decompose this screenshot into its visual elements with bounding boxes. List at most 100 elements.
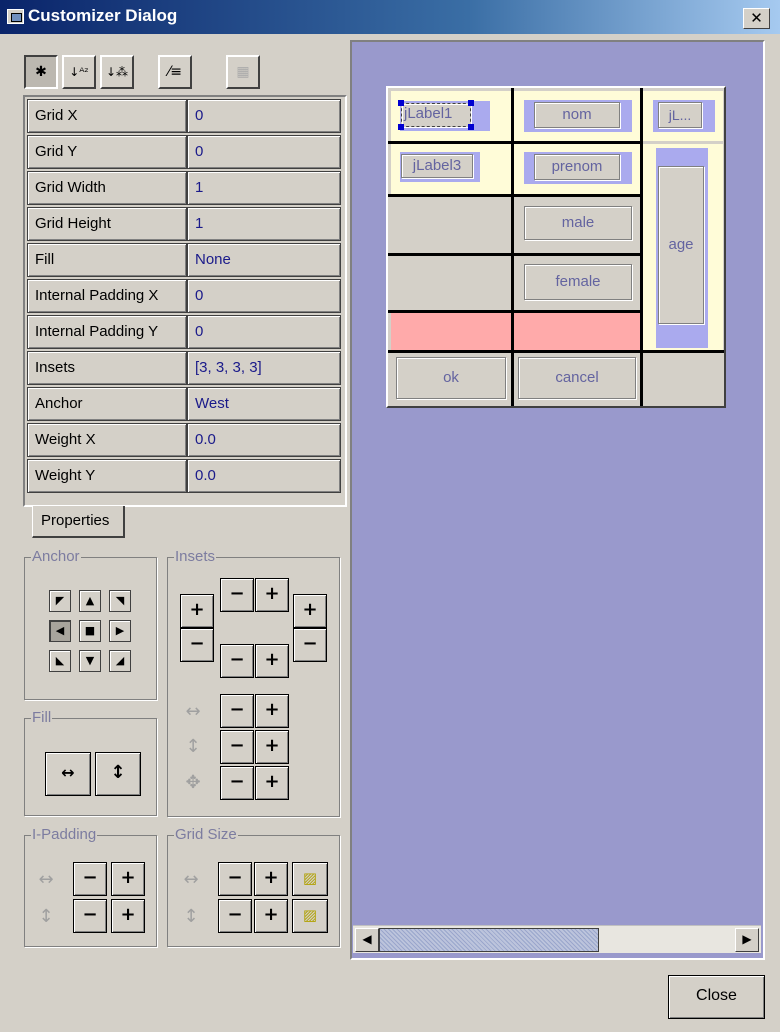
jlabel1-component[interactable]: jLabel1 [401,103,471,127]
horizontal-arrows-icon: ↔ [185,701,201,722]
scroll-right-button[interactable]: ▶ [735,928,759,952]
inset-bottom-plus-button[interactable]: + [255,644,289,678]
scroll-left-button[interactable]: ◀ [355,928,379,952]
sort-alphabetical-button[interactable]: ↓ᴬᶻ [62,55,96,89]
cancel-component[interactable]: cancel [518,357,636,399]
grid-line[interactable] [511,88,514,406]
jlabel3-component[interactable]: jLabel3 [401,154,473,178]
anchor-south-button[interactable]: ▼ [79,650,101,672]
property-value[interactable]: 0 [187,99,341,133]
inset-all-minus-button[interactable]: − [220,766,254,800]
jl-component[interactable]: jL... [658,102,702,128]
fill-horizontal-button[interactable]: ↔ [45,752,91,796]
property-value[interactable]: 0 [187,315,341,349]
gridsize-x-fit-button[interactable]: ▨ [292,862,328,896]
anchor-southwest-button[interactable]: ◣ [49,650,71,672]
edit-list-button[interactable]: ⁄≡ [158,55,192,89]
inset-right-plus-button[interactable]: + [293,594,327,628]
sort-by-category-button[interactable]: ✱ [24,55,58,89]
grid-line[interactable] [388,350,724,353]
table-row[interactable]: Grid Width 1 [27,171,343,205]
inset-bottom-minus-button[interactable]: − [220,644,254,678]
age-component[interactable]: age [658,166,704,324]
property-name: Grid Width [27,171,187,205]
ipad-x-plus-button[interactable]: + [111,862,145,896]
fill-vertical-button[interactable]: ↕ [95,752,141,796]
anchor-east-button[interactable]: ▶ [109,620,131,642]
property-value[interactable]: 1 [187,171,341,205]
selection-handle[interactable] [398,124,404,130]
table-row[interactable]: Anchor West [27,387,343,421]
table-row[interactable]: Grid Height 1 [27,207,343,241]
anchor-center-button[interactable]: ■ [79,620,101,642]
prenom-component[interactable]: prenom [534,154,620,180]
inset-horizontal-minus-button[interactable]: − [220,694,254,728]
table-row[interactable]: Internal Padding X0 [27,279,343,313]
inset-top-plus-button[interactable]: + [255,578,289,612]
anchor-northeast-button[interactable]: ◥ [109,590,131,612]
grid-cell [391,256,511,310]
gridsize-x-minus-button[interactable]: − [218,862,252,896]
nom-component[interactable]: nom [534,102,620,128]
grid-line[interactable] [388,253,643,256]
inset-horizontal-plus-button[interactable]: + [255,694,289,728]
ok-component[interactable]: ok [396,357,506,399]
anchor-west-button[interactable]: ◀ [49,620,71,642]
table-row[interactable]: Weight Y 0.0 [27,459,343,493]
close-button[interactable]: Close [668,975,765,1019]
property-value[interactable]: 0.0 [187,459,341,493]
inset-left-minus-button[interactable]: − [180,628,214,662]
property-value[interactable]: None [187,243,341,277]
table-row[interactable]: Grid Y0 [27,135,343,169]
inset-all-plus-button[interactable]: + [255,766,289,800]
grid-line[interactable] [388,310,643,313]
table-button[interactable]: ▦ [226,55,260,89]
horizontal-scrollbar[interactable]: ◀ ▶ [353,925,761,953]
anchor-southeast-button[interactable]: ◢ [109,650,131,672]
ipad-x-minus-button[interactable]: − [73,862,107,896]
tab-properties[interactable]: Properties [32,506,125,538]
ipad-y-minus-button[interactable]: − [73,899,107,933]
scroll-thumb[interactable] [379,928,599,952]
property-name: Insets [27,351,187,385]
selection-handle[interactable] [468,100,474,106]
gridsize-y-fit-button[interactable]: ▨ [292,899,328,933]
fill-horizontal-icon: ↔ [61,763,75,782]
table-row[interactable]: Grid X0 [27,99,343,133]
table-row[interactable]: Internal Padding Y0 [27,315,343,349]
gridsize-x-plus-button[interactable]: + [254,862,288,896]
property-value[interactable]: 0.0 [187,423,341,457]
gridsize-y-minus-button[interactable]: − [218,899,252,933]
grid-line[interactable] [388,194,643,197]
property-name: Internal Padding Y [27,315,187,349]
anchor-north-button[interactable]: ▲ [79,590,101,612]
inset-vertical-plus-button[interactable]: + [255,730,289,764]
app-icon [7,9,24,24]
female-component[interactable]: female [524,264,632,300]
anchor-northwest-button[interactable]: ◤ [49,590,71,612]
inset-left-plus-button[interactable]: + [180,594,214,628]
property-value[interactable]: 0 [187,279,341,313]
inset-top-minus-button[interactable]: − [220,578,254,612]
table-row[interactable]: Weight X 0.0 [27,423,343,457]
inset-vertical-minus-button[interactable]: − [220,730,254,764]
gridsize-y-plus-button[interactable]: + [254,899,288,933]
property-value[interactable]: 1 [187,207,341,241]
table-row[interactable]: Fill None [27,243,343,277]
property-value[interactable]: [3, 3, 3, 3] [187,351,341,385]
selection-handle[interactable] [398,100,404,106]
table-row[interactable]: Insets [3, 3, 3, 3] [27,351,343,385]
male-component[interactable]: male [524,206,632,240]
selection-handle[interactable] [468,124,474,130]
property-value[interactable]: West [187,387,341,421]
ipad-y-plus-button[interactable]: + [111,899,145,933]
anchor-group: Anchor ◤ ▲ ◥ ◀ ■ ▶ ◣ ▼ ◢ [24,548,157,700]
sort-custom-button[interactable]: ↓⁂ [100,55,134,89]
grid-line[interactable] [388,141,643,144]
vertical-arrows-icon: ↕ [183,906,199,927]
fill-group: Fill ↔ ↕ [24,709,157,816]
grid-line[interactable] [640,88,643,406]
inset-right-minus-button[interactable]: − [293,628,327,662]
property-value[interactable]: 0 [187,135,341,169]
window-close-button[interactable]: ✕ [743,8,770,29]
